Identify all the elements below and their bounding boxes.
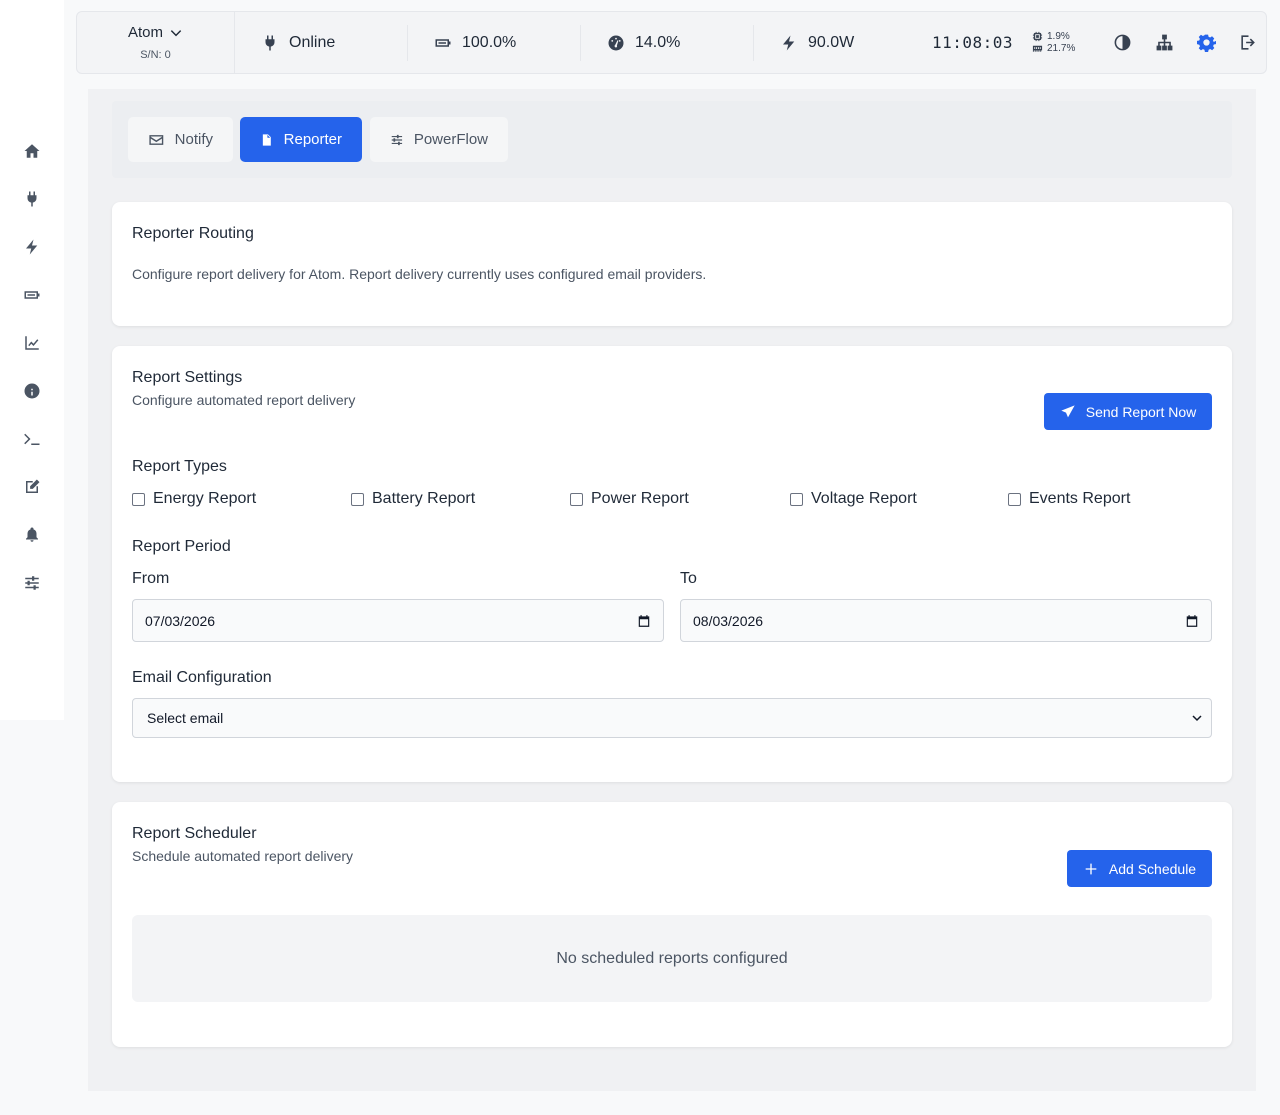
card-title: Reporter Routing — [132, 225, 254, 242]
chart-line-icon[interactable] — [22, 333, 42, 353]
chevron-down-icon — [1192, 715, 1202, 722]
tab-powerflow[interactable]: PowerFlow — [370, 117, 508, 162]
clock: 11:08:03 — [932, 33, 1014, 52]
logout-icon[interactable] — [1238, 33, 1258, 53]
plug-icon[interactable] — [22, 189, 42, 209]
email-config-label: Email Configuration — [132, 669, 272, 686]
checkbox[interactable] — [1008, 492, 1021, 506]
device-name: Atom — [127, 24, 163, 41]
checkbox[interactable] — [351, 492, 364, 506]
card-subtitle: Schedule automated report delivery — [132, 848, 354, 864]
button-label: Add Schedule — [1108, 860, 1197, 877]
email-select[interactable]: Select email — [132, 698, 1212, 738]
theme-toggle-icon[interactable] — [1112, 33, 1132, 53]
cpu-value: 1.9% — [1047, 31, 1070, 42]
tab-label: Notify — [174, 131, 213, 148]
sliders-icon — [391, 134, 403, 145]
main-content: Notify Reporter PowerFlow Reporter Routi… — [88, 89, 1256, 1091]
report-period-label: Report Period — [132, 538, 231, 555]
battery-icon — [435, 38, 451, 47]
card-subtitle: Configure automated report delivery — [132, 392, 356, 408]
memory-value: 21.7% — [1047, 43, 1076, 54]
plug-icon — [265, 35, 275, 50]
checkbox[interactable] — [132, 492, 145, 506]
gear-icon[interactable] — [1196, 33, 1216, 53]
top-actions — [1112, 33, 1258, 53]
checkbox-battery-report[interactable]: Battery Report — [351, 490, 475, 508]
info-icon[interactable] — [22, 381, 42, 401]
from-date-value: 07/03/2026 — [145, 612, 216, 629]
checkbox[interactable] — [570, 492, 583, 506]
checkbox-events-report[interactable]: Events Report — [1008, 490, 1130, 508]
calendar-icon[interactable] — [1185, 614, 1199, 628]
sliders-icon[interactable] — [22, 573, 42, 593]
tab-notify[interactable]: Notify — [128, 117, 233, 162]
to-date-value: 08/03/2026 — [693, 612, 764, 629]
memory-icon — [1032, 45, 1043, 52]
report-types-label: Report Types — [132, 458, 227, 475]
connection-value: Online — [289, 33, 336, 51]
bolt-icon — [783, 35, 795, 50]
checkbox-voltage-report[interactable]: Voltage Report — [790, 490, 917, 508]
status-bar: Atom S/N: 0 Online 100.0% 14.0% 90.0W 11… — [76, 11, 1267, 74]
tab-label: PowerFlow — [413, 131, 488, 148]
chevron-down-icon — [170, 29, 182, 36]
tab-bar: Notify Reporter PowerFlow — [112, 101, 1232, 178]
from-label: From — [132, 570, 170, 587]
power-status: 90.0W — [754, 12, 926, 73]
sidebar — [0, 0, 64, 720]
envelope-icon — [149, 134, 164, 145]
gauge-icon — [608, 35, 624, 50]
add-schedule-button[interactable]: Add Schedule — [1067, 850, 1212, 887]
device-selector[interactable]: Atom S/N: 0 — [77, 12, 235, 73]
file-icon — [262, 133, 271, 146]
calendar-icon[interactable] — [637, 614, 651, 628]
checkbox-label: Power Report — [591, 490, 689, 507]
home-icon[interactable] — [22, 141, 42, 161]
checkbox-energy-report[interactable]: Energy Report — [132, 490, 256, 508]
send-report-button[interactable]: Send Report Now — [1044, 393, 1212, 430]
checkbox-label: Energy Report — [153, 490, 257, 507]
checkbox-label: Events Report — [1029, 490, 1131, 507]
email-select-value: Select email — [147, 710, 224, 726]
empty-state: No scheduled reports configured — [132, 915, 1212, 1002]
bell-icon[interactable] — [22, 525, 42, 545]
card-title: Report Scheduler — [132, 825, 257, 842]
checkbox-label: Voltage Report — [811, 490, 917, 507]
checkbox-power-report[interactable]: Power Report — [570, 490, 689, 508]
battery-status: 100.0% — [408, 12, 580, 73]
reporter-routing-card: Reporter Routing Configure report delive… — [112, 202, 1232, 326]
checkbox-label: Battery Report — [372, 490, 476, 507]
connection-status: Online — [235, 12, 407, 73]
card-title: Report Settings — [132, 369, 243, 386]
system-usage: 1.9% 21.7% — [1032, 31, 1102, 54]
power-value: 90.0W — [808, 33, 855, 51]
load-status: 14.0% — [581, 12, 753, 73]
from-date-input[interactable]: 07/03/2026 — [132, 599, 664, 642]
load-value: 14.0% — [635, 33, 681, 51]
paper-plane-icon — [1061, 404, 1075, 417]
network-icon[interactable] — [1154, 33, 1174, 53]
report-scheduler-card: Report Scheduler Schedule automated repo… — [112, 802, 1232, 1047]
tab-label: Reporter — [283, 131, 342, 148]
tab-reporter[interactable]: Reporter — [240, 117, 362, 162]
to-date-input[interactable]: 08/03/2026 — [680, 599, 1212, 642]
edit-icon[interactable] — [22, 477, 42, 497]
report-settings-card: Report Settings Configure automated repo… — [112, 346, 1232, 782]
button-label: Send Report Now — [1085, 403, 1197, 420]
device-serial: S/N: 0 — [140, 49, 171, 61]
checkbox[interactable] — [790, 492, 803, 506]
cpu-icon — [1032, 31, 1043, 42]
card-description: Configure report delivery for Atom. Repo… — [132, 266, 707, 282]
terminal-icon[interactable] — [22, 429, 42, 449]
bolt-icon[interactable] — [22, 237, 42, 257]
plus-icon — [1085, 863, 1097, 874]
to-label: To — [680, 570, 697, 587]
battery-icon[interactable] — [22, 285, 42, 305]
battery-value: 100.0% — [462, 33, 517, 51]
